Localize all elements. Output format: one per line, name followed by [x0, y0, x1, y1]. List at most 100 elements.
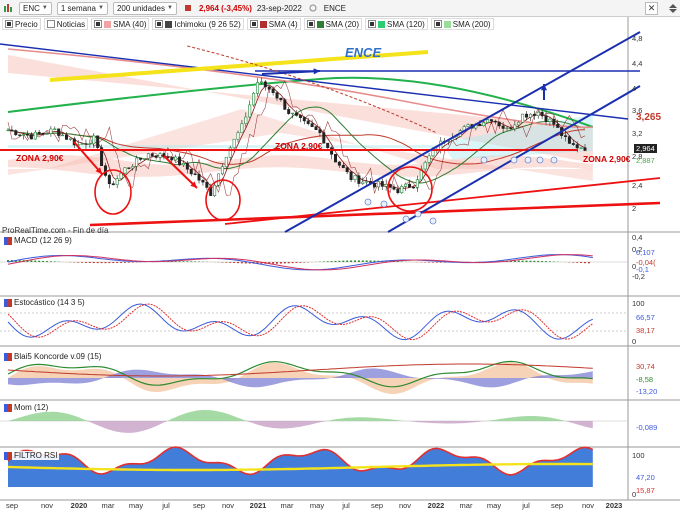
- candle-body: [575, 144, 579, 149]
- indicator-value: 47,20: [636, 473, 655, 482]
- candle-body: [14, 130, 18, 136]
- chart-canvas[interactable]: [0, 0, 680, 512]
- candle-body: [205, 181, 209, 188]
- candle-body: [333, 153, 337, 163]
- macd-histogram-bar: [240, 262, 243, 264]
- candle-body: [330, 147, 334, 155]
- mom-area-negative: [8, 421, 593, 433]
- candle-body: [88, 143, 92, 145]
- time-axis-tick: nov: [581, 501, 595, 510]
- candle-body: [135, 157, 139, 167]
- candle-body: [224, 156, 228, 168]
- macd-histogram-bar: [435, 262, 438, 263]
- macd-histogram-bar: [92, 262, 95, 264]
- macd-histogram-bar: [279, 262, 282, 264]
- candle-body: [478, 123, 482, 127]
- panel-title-stoch[interactable]: Estocástico (14 3 5): [2, 298, 87, 307]
- macd-histogram-bar: [104, 262, 107, 264]
- candle-body: [361, 181, 365, 184]
- candle-body: [6, 129, 10, 132]
- candle-body: [310, 123, 314, 128]
- candle-body: [525, 113, 529, 118]
- panel-title-text: MACD (12 26 9): [14, 236, 72, 245]
- price-axis-tick: 4: [632, 84, 637, 93]
- macd-histogram-bar: [431, 262, 434, 263]
- macd-histogram-bar: [346, 260, 349, 262]
- time-axis-tick: 2020: [70, 501, 88, 510]
- time-axis-tick: sep: [5, 501, 19, 510]
- candle-body: [517, 122, 521, 126]
- time-axis-tick: nov: [398, 501, 412, 510]
- candle-body: [567, 136, 571, 144]
- macd-histogram-bar: [272, 262, 275, 264]
- rsi-area-blue: [8, 447, 593, 487]
- panel-title-macd[interactable]: MACD (12 26 9): [2, 236, 74, 245]
- candle-body: [185, 162, 189, 170]
- panel-title-mom[interactable]: Mom (12): [2, 403, 51, 412]
- candle-body: [372, 183, 376, 188]
- candle-body: [295, 112, 299, 116]
- price-axis-tick: 2: [632, 204, 637, 213]
- chart-window: ENC ▼ 1 semana ▼ 200 unidades ▼ 2,964 (-…: [0, 0, 680, 512]
- candle-body: [248, 104, 252, 118]
- macd-histogram-bar: [276, 262, 279, 264]
- macd-histogram-bar: [537, 260, 540, 262]
- macd-histogram-bar: [587, 262, 590, 264]
- candle-body: [68, 138, 72, 140]
- time-axis-tick: sep: [370, 501, 384, 510]
- indicator-value: 15,87: [636, 486, 655, 495]
- macd-histogram-bar: [96, 262, 99, 264]
- candle-body: [396, 188, 400, 193]
- candle-body: [115, 178, 119, 186]
- candle-body: [107, 175, 111, 185]
- time-axis-tick: jul: [522, 501, 530, 510]
- candle-body: [583, 147, 587, 151]
- indicator-axis-tick: 100: [632, 299, 645, 308]
- panel-title-blaiz[interactable]: Blai5 Koncorde v.09 (15): [2, 352, 104, 361]
- candle-body: [571, 143, 575, 145]
- panel-title-text: Blai5 Koncorde v.09 (15): [14, 352, 102, 361]
- candle-body: [337, 161, 341, 166]
- macd-histogram-bar: [77, 262, 80, 263]
- candle-body: [146, 153, 150, 159]
- candle-body: [306, 120, 310, 124]
- macd-histogram-bar: [229, 262, 232, 263]
- macd-histogram-bar: [34, 260, 37, 262]
- candle-body: [220, 166, 224, 175]
- indicator-color-icon: [4, 298, 12, 307]
- candle-body: [279, 97, 283, 101]
- candle-body: [123, 167, 127, 174]
- event-marker-icon: [550, 156, 558, 164]
- macd-histogram-bar: [326, 261, 329, 262]
- time-axis-tick: 2023: [605, 501, 623, 510]
- candle-body: [96, 135, 100, 148]
- macd-histogram-bar: [396, 261, 399, 262]
- macd-histogram-bar: [190, 261, 193, 262]
- macd-histogram-bar: [548, 261, 551, 262]
- panel-title-text: Mom (12): [14, 403, 49, 412]
- candle-body: [259, 81, 263, 83]
- macd-histogram-bar: [338, 260, 341, 262]
- macd-histogram-bar: [88, 262, 91, 263]
- candle-body: [111, 183, 115, 186]
- mom-area-positive: [8, 410, 593, 421]
- event-marker-icon: [429, 217, 437, 225]
- candle-body: [528, 113, 532, 118]
- macd-histogram-bar: [38, 260, 41, 262]
- candle-body: [384, 184, 388, 187]
- macd-histogram-bar: [182, 261, 185, 262]
- candle-body: [482, 122, 486, 127]
- candle-body: [400, 186, 404, 193]
- panel-title-rsi[interactable]: FILTRO RSI: [2, 451, 60, 460]
- indicator-color-icon: [4, 451, 12, 460]
- event-marker-icon: [480, 156, 488, 164]
- candle-body: [263, 81, 267, 88]
- candle-body: [493, 120, 497, 123]
- candle-body: [548, 118, 552, 122]
- candle-body: [267, 86, 271, 90]
- macd-histogram-bar: [350, 260, 353, 262]
- candle-body: [150, 153, 154, 157]
- candle-body: [252, 92, 256, 106]
- candle-body: [131, 166, 135, 169]
- data-source: ProRealTime.com - Fin de día: [2, 226, 109, 235]
